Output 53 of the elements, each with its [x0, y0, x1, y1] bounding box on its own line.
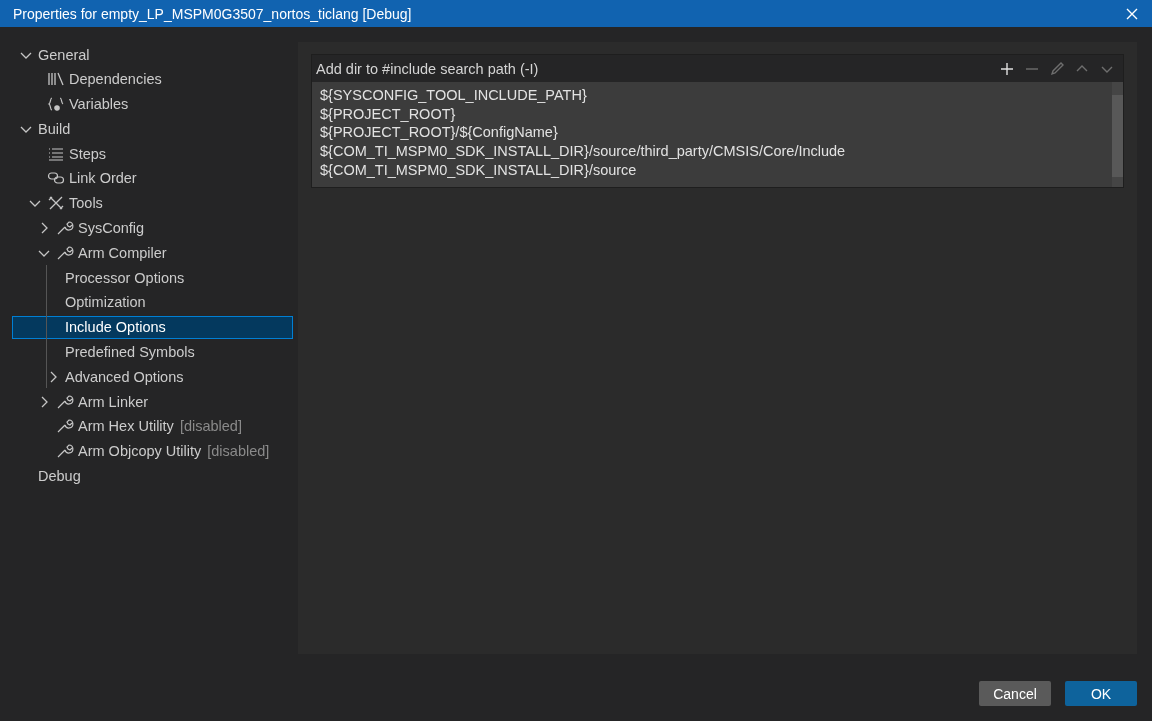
item-label: Tools [69, 195, 103, 212]
item-label: Arm Compiler [78, 244, 167, 261]
tree-item[interactable]: Include Options [12, 315, 293, 339]
ok-button[interactable]: OK [1065, 681, 1137, 706]
include-path[interactable]: ${COM_TI_MSPM0_SDK_INSTALL_DIR}/source [320, 160, 1112, 180]
item-label: SysConfig [78, 220, 145, 237]
tree-item[interactable]: Advanced Options [12, 365, 293, 389]
item-label: Processor Options [65, 269, 185, 286]
item-label: Build [38, 120, 71, 137]
item-label: Advanced Options [65, 368, 184, 385]
tree-item[interactable]: Debug [12, 464, 293, 488]
tree-item[interactable]: Optimization [12, 290, 293, 314]
include-path[interactable]: ${PROJECT_ROOT}/${ConfigName} [320, 123, 1112, 143]
item-label: Dependencies [69, 71, 162, 88]
include-path[interactable]: ${PROJECT_ROOT} [320, 104, 1112, 124]
list-title: Add dir to #include search path (-I) [316, 60, 540, 77]
tree-item[interactable]: General [12, 43, 293, 66]
tree-item[interactable]: Link Order [12, 167, 293, 190]
item-label: General [38, 46, 90, 63]
tree-item[interactable]: Arm Compiler [12, 241, 293, 265]
tree-item[interactable]: Processor Options [12, 266, 293, 290]
tree-item[interactable]: SysConfig [12, 216, 293, 240]
disabled-note: [disabled] [179, 418, 242, 435]
item-label: Include Options [65, 319, 166, 336]
disabled-note: [disabled] [207, 443, 270, 460]
tree-item[interactable]: Arm Objcopy Utility [disabled] [12, 439, 293, 463]
tree-item[interactable]: Arm Linker [12, 390, 293, 414]
item-label: Steps [69, 145, 107, 162]
item-label: Variables [69, 96, 129, 113]
item-label: Arm Linker [78, 393, 149, 410]
add-icon[interactable] [998, 60, 1015, 77]
list-icon [47, 145, 65, 162]
item-label: Predefined Symbols [65, 344, 195, 361]
tree-item[interactable]: Build [12, 117, 293, 141]
link-icon [47, 170, 65, 187]
include-path[interactable]: ${SYSCONFIG_TOOL_INCLUDE_PATH} [320, 86, 1112, 105]
tree-item[interactable]: Tools [12, 191, 293, 215]
window-title: Properties for empty_LP_MSPM0G3507_nortos_ticlang [Debug] [13, 5, 412, 22]
tree-item[interactable]: Variables [12, 92, 293, 116]
cancel-button[interactable]: Cancel [979, 681, 1051, 706]
tools-icon [47, 195, 65, 212]
scrollbar[interactable] [1112, 82, 1123, 187]
item-label: Arm Objcopy Utility [78, 443, 202, 460]
item-label: Optimization [65, 294, 146, 311]
item-label: Link Order [69, 170, 137, 187]
tree-item[interactable]: Steps [12, 142, 293, 166]
item-label: Arm Hex Utility [78, 418, 174, 435]
item-label: Debug [38, 468, 81, 485]
include-path[interactable]: ${COM_TI_MSPM0_SDK_INSTALL_DIR}/source/third_party/CMSIS/Core/Include [320, 142, 1112, 161]
tree-item[interactable]: Arm Hex Utility [disabled] [12, 414, 293, 438]
library-icon [47, 71, 65, 88]
tree-item[interactable]: Predefined Symbols [12, 340, 293, 364]
tree-item[interactable]: Dependencies [12, 67, 293, 91]
